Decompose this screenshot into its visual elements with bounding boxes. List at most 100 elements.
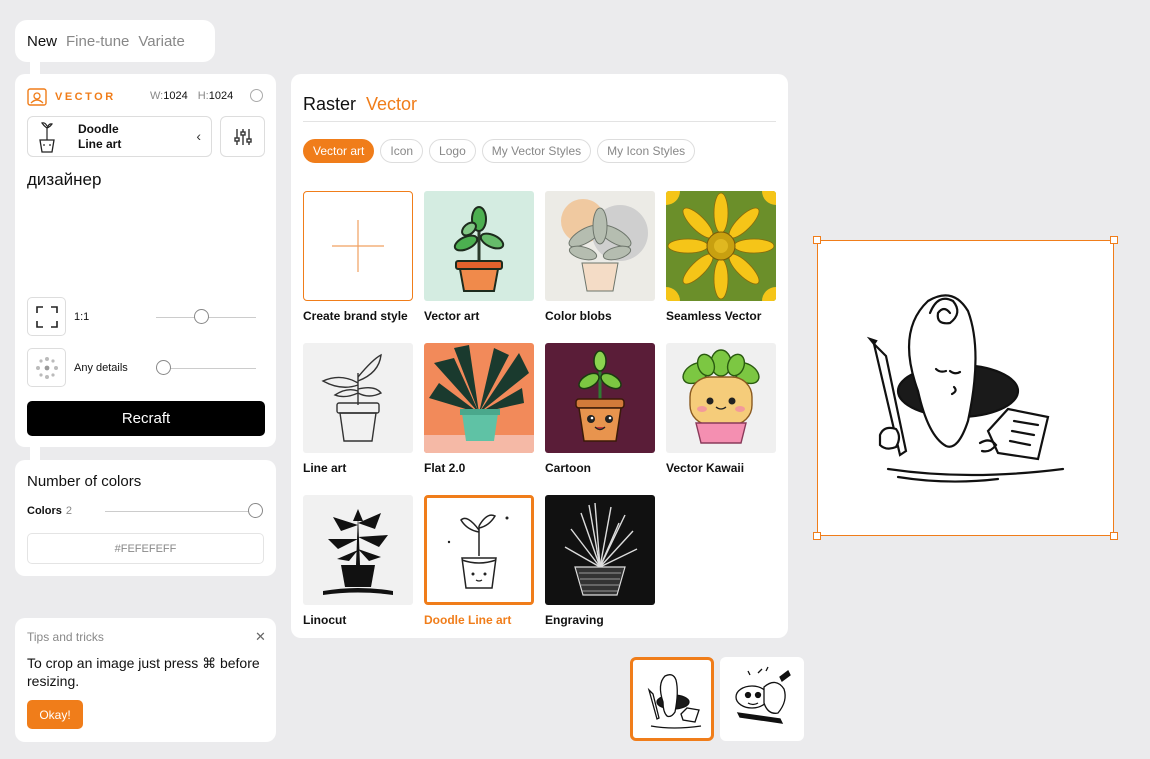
tab-vector[interactable]: Vector — [366, 94, 417, 115]
details-button[interactable] — [27, 348, 66, 387]
colors-label: Colors — [27, 505, 62, 517]
style-tile-linocut[interactable]: Linocut — [303, 495, 413, 627]
style-tile-create-brand-style[interactable]: Create brand style — [303, 191, 413, 323]
colors-slider-knob[interactable] — [247, 503, 263, 518]
aspect-ratio-icon — [35, 305, 58, 328]
plant-image — [424, 343, 534, 453]
colors-panel: Number of colors Colors 2 #FEFEFEFF — [15, 460, 276, 576]
settings-sliders-button[interactable] — [220, 116, 265, 157]
plant-image — [545, 343, 655, 453]
style-filter-chips: Vector art Icon Logo My Vector Styles My… — [303, 139, 696, 163]
style-name-line2: Line art — [78, 136, 122, 151]
sunflower-image — [666, 191, 776, 301]
prompt-input[interactable]: дизайнер — [27, 170, 101, 190]
close-icon[interactable]: ✕ — [255, 629, 266, 645]
recraft-button[interactable]: Recraft — [27, 401, 265, 436]
divider — [303, 121, 776, 122]
doodle-character-image — [866, 294, 1065, 483]
tab-fine-tune[interactable]: Fine-tune — [66, 33, 129, 50]
plant-image — [545, 191, 655, 301]
connector — [30, 446, 40, 460]
resize-handle-bottom-right[interactable] — [1110, 532, 1118, 540]
tips-text: To crop an image just press ⌘ before res… — [27, 655, 260, 689]
plant-image — [303, 343, 413, 453]
plant-image — [666, 343, 776, 453]
tab-raster[interactable]: Raster — [303, 94, 356, 115]
doodle-thumbnail-image — [735, 666, 791, 724]
height-value: 1024 — [208, 90, 234, 102]
mode-label: VECTOR — [55, 91, 116, 103]
style-tile-engraving[interactable]: Engraving — [545, 495, 655, 627]
details-slider-knob[interactable] — [156, 360, 171, 375]
style-tile-cartoon[interactable]: Cartoon — [545, 343, 655, 475]
tab-new[interactable]: New — [27, 33, 57, 50]
history-thumbnail[interactable] — [630, 657, 714, 741]
style-name-line1: Doodle — [78, 121, 119, 136]
tile-label: Vector Kawaii — [666, 461, 745, 475]
plant-image — [424, 191, 534, 301]
height-label: H: — [197, 90, 209, 102]
plant-image — [303, 495, 413, 605]
details-slider-track[interactable] — [156, 368, 256, 369]
tile-label: Linocut — [303, 613, 347, 627]
chevron-left-icon[interactable]: ‹ — [196, 128, 201, 144]
colors-slider-track[interactable] — [105, 511, 255, 512]
tile-label: Engraving — [545, 613, 604, 627]
chip-my-icon-styles[interactable]: My Icon Styles — [597, 139, 696, 163]
chip-vector-art[interactable]: Vector art — [303, 139, 375, 163]
ratio-slider-knob[interactable] — [193, 309, 209, 324]
style-selector[interactable]: Doodle Line art ‹ — [27, 116, 212, 157]
resize-handle-top-left[interactable] — [813, 236, 821, 244]
tile-label: Cartoon — [545, 461, 591, 475]
chip-icon[interactable]: Icon — [380, 139, 424, 163]
connector — [30, 60, 40, 74]
resize-handle-bottom-left[interactable] — [813, 532, 821, 540]
tile-label: Color blobs — [545, 309, 612, 323]
styles-panel: Raster Vector Vector art Icon Logo My Ve… — [291, 74, 788, 638]
dots-icon — [35, 356, 58, 379]
style-tile-vector-art[interactable]: Vector art — [424, 191, 534, 323]
history-clock-icon[interactable] — [250, 89, 263, 102]
tile-label: Doodle Line art — [424, 613, 512, 627]
width-value: 1024 — [163, 90, 188, 102]
tips-title: Tips and tricks — [27, 630, 104, 644]
tile-label: Line art — [303, 461, 347, 475]
colors-count-label: Colors 2 — [27, 505, 72, 517]
generation-panel: VECTOR W:1024 H:1024 Doodle Line art ‹ д… — [15, 74, 276, 447]
mode-header: VECTOR — [27, 88, 116, 106]
canvas-image[interactable] — [813, 236, 1118, 540]
sliders-icon — [233, 128, 252, 145]
plus-icon — [303, 191, 413, 301]
tile-label: Flat 2.0 — [424, 461, 466, 475]
style-tile-doodle-line-art[interactable]: Doodle Line art — [424, 495, 534, 627]
plant-image — [424, 495, 534, 605]
tile-label: Vector art — [424, 309, 480, 323]
plant-image — [545, 495, 655, 605]
tile-label: Seamless Vector — [666, 309, 762, 323]
colors-title: Number of colors — [27, 473, 142, 490]
resize-handle-top-right[interactable] — [1110, 236, 1118, 244]
doodle-thumbnail-image — [647, 674, 702, 729]
vector-mode-icon — [27, 88, 47, 106]
okay-button[interactable]: Okay! — [27, 700, 83, 729]
details-label: Any details — [74, 362, 128, 374]
history-thumbnail[interactable] — [720, 657, 804, 741]
mode-tabs: Raster Vector — [303, 94, 417, 115]
dimensions[interactable]: W:1024 H:1024 — [150, 90, 233, 102]
aspect-ratio-button[interactable] — [27, 297, 66, 336]
style-tile-color-blobs[interactable]: Color blobs — [545, 191, 655, 323]
width-label: W: — [150, 90, 164, 102]
top-tabs: New Fine-tune Variate — [15, 20, 215, 62]
style-tile-line-art[interactable]: Line art — [303, 343, 413, 475]
colors-count: 2 — [65, 505, 72, 517]
style-thumbnail — [28, 118, 66, 156]
tab-variate[interactable]: Variate — [138, 33, 184, 50]
color-hex-field[interactable]: #FEFEFEFF — [27, 533, 264, 564]
tile-label: Create brand style — [303, 309, 408, 323]
tips-card: Tips and tricks ✕ To crop an image just … — [15, 618, 276, 742]
style-tile-flat-2[interactable]: Flat 2.0 — [424, 343, 534, 475]
chip-logo[interactable]: Logo — [429, 139, 476, 163]
style-tile-vector-kawaii[interactable]: Vector Kawaii — [666, 343, 776, 475]
chip-my-vector-styles[interactable]: My Vector Styles — [481, 139, 592, 163]
style-tile-seamless-vector[interactable]: Seamless Vector — [666, 191, 776, 323]
